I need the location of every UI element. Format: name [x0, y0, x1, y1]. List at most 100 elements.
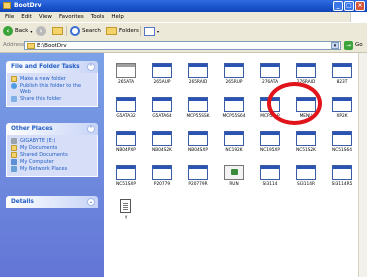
close-button[interactable]: × [355, 1, 365, 11]
address-input[interactable]: E:\BootDrv ▾ [24, 41, 341, 50]
file-item[interactable]: P20779R [180, 165, 216, 195]
search-icon [70, 26, 80, 36]
folder-icon [116, 131, 136, 146]
folders-label: Folders [119, 28, 139, 34]
up-folder-button[interactable] [52, 25, 63, 37]
task-label: Share this folder [20, 96, 62, 102]
folder-icon [224, 97, 244, 112]
file-label: 823T [336, 80, 348, 85]
file-item[interactable]: G5ATA64 [144, 97, 180, 127]
file-item[interactable]: NC51S2K [288, 131, 324, 161]
file-item[interactable]: NB04SXP [180, 131, 216, 161]
place-my-computer[interactable]: My Computer [11, 159, 93, 165]
other-places-panel: Other Places ⌃ GIGABYTE (E:) My Document… [6, 123, 98, 177]
file-label: G5ATA32 [116, 114, 136, 119]
file-label: P20779R [188, 182, 208, 187]
title-bar[interactable]: BootDrv _ □ × [0, 0, 367, 12]
place-shared-documents[interactable]: Shared Documents [11, 152, 93, 158]
address-dropdown-icon[interactable]: ▾ [331, 42, 339, 49]
menu-file[interactable]: File [5, 12, 14, 22]
folder-icon [11, 152, 17, 158]
task-pane: File and Folder Tasks ⌃ Make a new folde… [0, 53, 104, 277]
back-button[interactable]: ‹ Back ▾ [3, 25, 32, 37]
file-item[interactable]: RUN [216, 165, 252, 195]
file-item[interactable]: 265RUP [216, 63, 252, 93]
file-item[interactable]: 823T [324, 63, 360, 93]
place-gigabyte-drive[interactable]: GIGABYTE (E:) [11, 138, 93, 144]
menu-favorites[interactable]: Favorites [59, 12, 84, 22]
file-label: 265AUP [153, 80, 171, 85]
file-label: G5ATA64 [152, 114, 172, 119]
views-button[interactable]: ▾ [144, 25, 159, 37]
panel-header[interactable]: Details ⌄ [6, 196, 98, 208]
vertical-scrollbar[interactable] [358, 53, 367, 277]
file-item[interactable]: 265ATA [108, 63, 144, 93]
file-item[interactable]: 265RAID [180, 63, 216, 93]
menu-help[interactable]: Help [111, 12, 124, 22]
forward-button[interactable]: › [36, 25, 46, 37]
search-button[interactable]: Search [70, 25, 101, 37]
menu-tools[interactable]: Tools [91, 12, 105, 22]
back-label: Back [15, 28, 29, 34]
file-item[interactable]: MCP55S64 [216, 97, 252, 127]
address-label: Address [3, 42, 25, 48]
folder-icon [11, 145, 17, 151]
file-label: NB04SXP [188, 148, 208, 153]
file-label: NC192K [225, 148, 243, 153]
file-label: 265ATA [117, 80, 135, 85]
folder-icon [260, 165, 280, 180]
file-item[interactable]: XP2K [324, 97, 360, 127]
file-item[interactable]: G5ATA32 [108, 97, 144, 127]
go-label[interactable]: Go [355, 42, 363, 48]
up-folder-icon [52, 27, 63, 35]
minimize-button[interactable]: _ [333, 1, 343, 11]
folders-icon [106, 27, 117, 35]
file-item[interactable]: NB04PXP [108, 131, 144, 161]
address-bar: Address E:\BootDrv ▾ → Go [0, 39, 367, 53]
views-dropdown-icon: ▾ [157, 28, 160, 34]
file-list: 265ATA 265AUP 265RAID 265RUP 276ATA 276R… [104, 53, 367, 277]
views-icon [144, 26, 155, 36]
windows-logo-icon [350, 12, 367, 22]
file-item[interactable]: NC51S64 [324, 131, 360, 161]
collapse-chevron-icon[interactable]: ⌃ [87, 125, 95, 133]
panel-header[interactable]: Other Places ⌃ [6, 123, 98, 135]
new-folder-icon [11, 76, 17, 82]
folder-icon [116, 63, 136, 78]
application-icon [224, 165, 244, 180]
file-item[interactable]: NC192K [216, 131, 252, 161]
file-item[interactable]: 265AUP [144, 63, 180, 93]
folder-icon [152, 165, 172, 180]
folder-icon [332, 63, 352, 78]
task-publish-web[interactable]: Publish this folder to the Web [11, 83, 93, 95]
file-item[interactable]: Y [108, 199, 144, 229]
go-button[interactable]: → [344, 41, 353, 50]
panel-body: Make a new folder Publish this folder to… [6, 73, 98, 107]
file-item[interactable]: NB04S2K [144, 131, 180, 161]
folder-icon [332, 165, 352, 180]
panel-header[interactable]: File and Folder Tasks ⌃ [6, 61, 98, 73]
folder-icon [224, 131, 244, 146]
file-item[interactable]: SI3114R5 [324, 165, 360, 195]
panel-title: Other Places [11, 126, 53, 132]
task-new-folder[interactable]: Make a new folder [11, 76, 93, 82]
menu-view[interactable]: View [39, 12, 52, 22]
file-label: SI3114R5 [331, 182, 353, 187]
file-label: NC51S2K [296, 148, 316, 153]
file-item[interactable]: NC195XP [252, 131, 288, 161]
folder-icon [188, 63, 208, 78]
file-item[interactable]: NC51SXP [108, 165, 144, 195]
expand-chevron-icon[interactable]: ⌄ [87, 198, 95, 206]
place-my-network[interactable]: My Network Places [11, 166, 93, 172]
menu-edit[interactable]: Edit [21, 12, 32, 22]
file-item[interactable]: P20779 [144, 165, 180, 195]
place-my-documents[interactable]: My Documents [11, 145, 93, 151]
file-item[interactable]: MCP55SSK [180, 97, 216, 127]
collapse-chevron-icon[interactable]: ⌃ [87, 63, 95, 71]
folders-button[interactable]: Folders [106, 25, 139, 37]
file-item[interactable]: SI3114 [252, 165, 288, 195]
toolbar: ‹ Back ▾ › Search Folders ▾ [0, 22, 367, 40]
task-share-folder[interactable]: Share this folder [11, 96, 93, 102]
file-item[interactable]: SI3114R [288, 165, 324, 195]
maximize-button[interactable]: □ [344, 1, 354, 11]
